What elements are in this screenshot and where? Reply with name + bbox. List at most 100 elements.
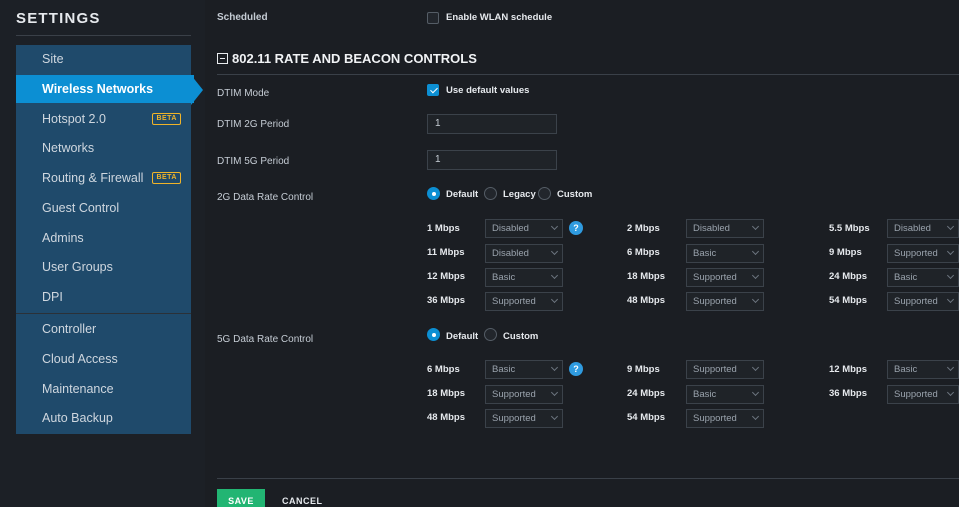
sidebar-item-user-groups[interactable]: User Groups: [16, 253, 191, 281]
chevron-down-icon: [550, 363, 559, 372]
rate-5g-default-radio[interactable]: [427, 328, 440, 341]
sidebar-item-site[interactable]: Site: [16, 45, 191, 73]
enable-wlan-schedule-label: Enable WLAN schedule: [446, 12, 553, 23]
sidebar-item-guest-control[interactable]: Guest Control: [16, 194, 191, 222]
chevron-down-icon: [946, 363, 955, 372]
sidebar-item-admins[interactable]: Admins: [16, 224, 191, 252]
rate-label: 5.5 Mbps: [829, 223, 870, 234]
chevron-down-icon: [550, 295, 559, 304]
rate-label: 9 Mbps: [829, 247, 862, 258]
rate-select[interactable]: Supported: [686, 292, 764, 311]
sidebar-title-divider: [16, 35, 191, 36]
rate-label: 36 Mbps: [829, 388, 868, 399]
sidebar-item-dpi[interactable]: DPI: [16, 283, 191, 311]
rate-select[interactable]: Basic: [686, 385, 764, 404]
cancel-button[interactable]: CANCEL: [282, 489, 323, 507]
rate-select[interactable]: Disabled: [887, 219, 959, 238]
rate-2g-legacy-radio[interactable]: [484, 187, 497, 200]
rate-5g-custom-radio[interactable]: [484, 328, 497, 341]
chevron-down-icon: [946, 388, 955, 397]
rate-select[interactable]: Supported: [887, 292, 959, 311]
chevron-down-icon: [751, 295, 760, 304]
help-icon[interactable]: ?: [569, 362, 583, 376]
dtim-5g-input[interactable]: 1: [427, 150, 557, 170]
rate-select[interactable]: Supported: [887, 385, 959, 404]
main-content: Scheduled Enable WLAN schedule 802.11 RA…: [205, 0, 959, 507]
section-title: 802.11 RATE AND BEACON CONTROLS: [232, 51, 477, 66]
rate-select[interactable]: Basic: [887, 268, 959, 287]
rate-2g-legacy-label: Legacy: [503, 189, 536, 200]
rate-select[interactable]: Supported: [686, 268, 764, 287]
chevron-down-icon: [550, 222, 559, 231]
rate-label: 18 Mbps: [427, 388, 466, 399]
dtim-default-checkbox[interactable]: [427, 84, 439, 96]
rate-2g-custom-label: Custom: [557, 189, 593, 200]
sidebar-item-maintenance[interactable]: Maintenance: [16, 375, 191, 403]
rate-select[interactable]: Supported: [686, 409, 764, 428]
enable-wlan-schedule-checkbox[interactable]: [427, 12, 439, 24]
rate-label: 6 Mbps: [427, 364, 460, 375]
sidebar-item-auto-backup[interactable]: Auto Backup: [16, 404, 191, 432]
help-icon[interactable]: ?: [569, 221, 583, 235]
chevron-down-icon: [550, 271, 559, 280]
rate-select[interactable]: Basic: [887, 360, 959, 379]
rate-label: 2 Mbps: [627, 223, 660, 234]
chevron-down-icon: [751, 271, 760, 280]
rate-5g-default-label: Default: [446, 331, 479, 342]
rate-select[interactable]: Supported: [887, 244, 959, 263]
rate-label: 24 Mbps: [829, 271, 868, 282]
rate-select[interactable]: Basic: [686, 244, 764, 263]
rate-label: 48 Mbps: [627, 295, 666, 306]
dtim-5g-label: DTIM 5G Period: [217, 156, 290, 167]
chevron-down-icon: [751, 363, 760, 372]
rate-2g-default-label: Default: [446, 189, 479, 200]
chevron-down-icon: [946, 247, 955, 256]
rate-label: 48 Mbps: [427, 412, 466, 423]
rate-2g-custom-radio[interactable]: [538, 187, 551, 200]
section-header[interactable]: 802.11 RATE AND BEACON CONTROLS: [217, 51, 477, 66]
nav-group-controller: Controller Cloud Access Maintenance Auto…: [16, 314, 191, 434]
rate-select[interactable]: Disabled: [485, 219, 563, 238]
chevron-down-icon: [946, 271, 955, 280]
collapse-icon: [217, 53, 228, 64]
rate-label: 9 Mbps: [627, 364, 660, 375]
rate-label: 54 Mbps: [829, 295, 868, 306]
sidebar-title: SETTINGS: [16, 10, 101, 27]
sidebar-item-routing-firewall[interactable]: Routing & Firewall BETA: [16, 164, 191, 192]
chevron-down-icon: [751, 247, 760, 256]
chevron-down-icon: [946, 295, 955, 304]
footer-divider: [217, 478, 959, 479]
nav-group-site: Site Wireless Networks Hotspot 2.0 BETA N…: [16, 45, 194, 313]
chevron-down-icon: [751, 388, 760, 397]
beta-badge: BETA: [152, 172, 181, 184]
sidebar-item-controller[interactable]: Controller: [16, 315, 191, 343]
rate-select[interactable]: Supported: [485, 409, 563, 428]
rate-select[interactable]: Basic: [485, 360, 563, 379]
rate-label: 11 Mbps: [427, 247, 465, 258]
section-divider: [217, 74, 959, 75]
rate-select[interactable]: Basic: [485, 268, 563, 287]
save-button[interactable]: SAVE: [217, 489, 265, 507]
rate-label: 54 Mbps: [627, 412, 666, 423]
rate-label: 24 Mbps: [627, 388, 666, 399]
chevron-down-icon: [550, 247, 559, 256]
rate-select[interactable]: Supported: [485, 292, 563, 311]
sidebar-item-networks[interactable]: Networks: [16, 134, 191, 162]
rate-5g-custom-label: Custom: [503, 331, 539, 342]
scheduled-label: Scheduled: [217, 12, 268, 23]
rate-select[interactable]: Disabled: [485, 244, 563, 263]
sidebar-item-cloud-access[interactable]: Cloud Access: [16, 345, 191, 373]
sidebar: SETTINGS Site Wireless Networks Hotspot …: [0, 0, 205, 507]
chevron-down-icon: [751, 412, 760, 421]
rate-2g-default-radio[interactable]: [427, 187, 440, 200]
dtim-mode-label: DTIM Mode: [217, 88, 270, 99]
sidebar-item-wireless-networks[interactable]: Wireless Networks: [16, 75, 194, 103]
sidebar-item-hotspot[interactable]: Hotspot 2.0 BETA: [16, 105, 191, 133]
dtim-2g-input[interactable]: 1: [427, 114, 557, 134]
rate-select[interactable]: Disabled: [686, 219, 764, 238]
rate-label: 12 Mbps: [427, 271, 466, 282]
dtim-2g-label: DTIM 2G Period: [217, 119, 290, 130]
rate-select[interactable]: Supported: [485, 385, 563, 404]
rate-select[interactable]: Supported: [686, 360, 764, 379]
chevron-down-icon: [751, 222, 760, 231]
